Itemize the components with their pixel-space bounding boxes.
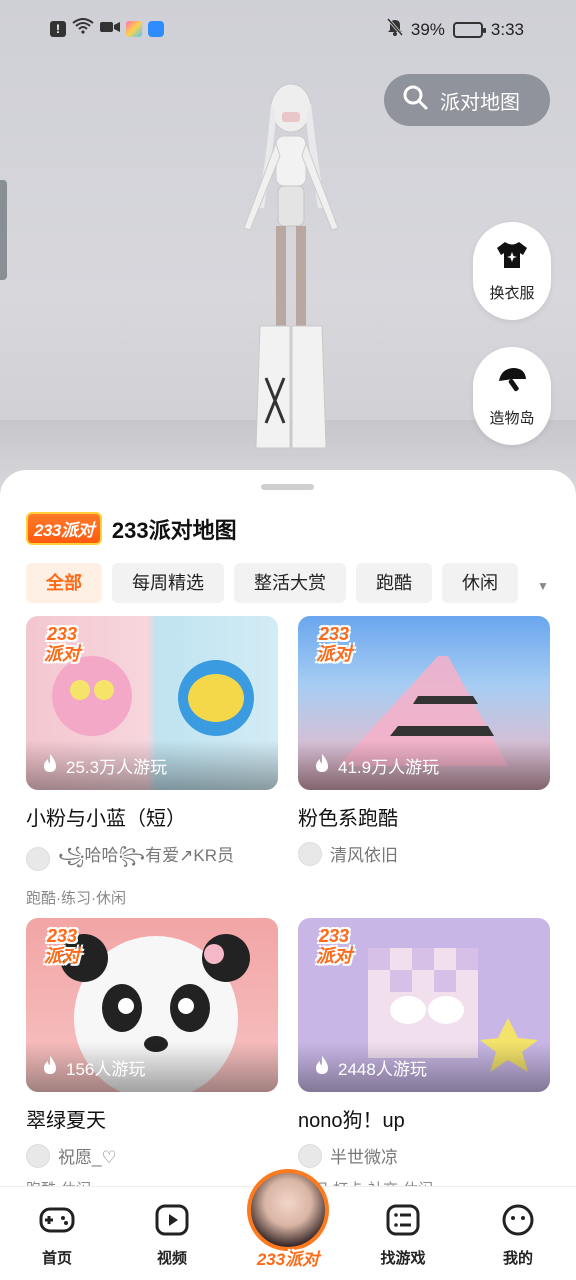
nav-me[interactable]: 我的	[478, 1203, 558, 1268]
game-title: 粉色系跑酷	[298, 808, 398, 830]
nav-party-label: 233派对	[256, 1250, 320, 1269]
game-tags: 跑酷·练习·休闲	[26, 890, 126, 907]
author-name: 清风依旧	[330, 846, 398, 865]
status-bar: ! 39% 3:33	[0, 0, 576, 58]
nav-home-label: 首页	[41, 1250, 72, 1267]
author-name: 半世微凉	[330, 1148, 398, 1167]
author-avatar	[26, 1143, 50, 1168]
play-video-icon	[155, 1204, 189, 1236]
play-count: 41.9万人游玩	[298, 740, 550, 790]
trowel-icon	[495, 365, 529, 399]
author-name: ꧁哈哈꧂有爱↗KR员	[58, 846, 234, 865]
game-card[interactable]: 233派对 156人游玩 翠绿夏天 祝愿_♡ 跑酷·休闲	[26, 918, 278, 1186]
game-tags: 跑酷·休闲	[26, 1178, 278, 1186]
author-row[interactable]: 半世微凉	[298, 1143, 550, 1168]
side-drawer-handle[interactable]	[0, 180, 7, 280]
flame-icon	[314, 753, 330, 778]
search-icon	[402, 84, 428, 116]
sheet-title: 233派对地图	[111, 517, 237, 543]
nav-find-games-label: 找游戏	[380, 1250, 426, 1267]
play-count: 156人游玩	[26, 1042, 278, 1092]
game-card[interactable]: 233派对 25.3万人游玩 小粉与小蓝（短） ꧁哈哈꧂有爱↗KR员 跑酷·练习…	[26, 616, 278, 908]
party-avatar	[247, 1169, 329, 1251]
tab-fun[interactable]: 整活大赏	[234, 563, 346, 603]
dress-up-label: 换衣服	[489, 284, 535, 302]
app-notification-icon	[126, 20, 142, 37]
battery-percent: 39%	[410, 19, 445, 39]
game-title: 翠绿夏天	[26, 1110, 106, 1132]
bottom-nav: 首页 视频 233派对 找游戏 我的	[0, 1169, 576, 1280]
nav-party-center[interactable]: 233派对	[245, 1169, 331, 1277]
author-row[interactable]: 清风依旧	[298, 841, 550, 866]
video-icon	[100, 19, 120, 39]
flame-icon	[42, 753, 58, 778]
game-card[interactable]: 233派对 2448人游玩 nono狗！up 半世微凉 练习·打卡·社交·休闲	[298, 918, 550, 1186]
clock: 3:33	[490, 19, 524, 39]
nav-video-label: 视频	[156, 1250, 187, 1267]
play-count-text: 2448人游玩	[338, 1059, 427, 1079]
wifi-icon	[72, 18, 94, 39]
party-logo-badge: 233派对	[44, 926, 80, 966]
list-icon	[386, 1204, 420, 1236]
party-logo-badge: 233派对	[44, 624, 80, 664]
nav-home[interactable]: 首页	[17, 1203, 97, 1268]
battery-icon	[452, 21, 486, 38]
flame-icon	[314, 1055, 330, 1080]
build-island-label: 造物岛	[489, 409, 535, 427]
play-count: 25.3万人游玩	[26, 740, 278, 790]
nav-me-label: 我的	[502, 1250, 533, 1267]
author-avatar	[298, 1143, 322, 1168]
game-thumbnail[interactable]: 233派对 41.9万人游玩	[298, 616, 550, 790]
party-map-sheet: 233派对 233派对地图 全部 每周精选 整活大赏 跑酷 休闲 ▼ 233派对…	[0, 470, 576, 1186]
party-logo-badge: 233派对	[316, 926, 352, 966]
tshirt-icon	[495, 240, 529, 274]
cloud-icon	[148, 20, 164, 37]
play-count-text: 156人游玩	[66, 1059, 146, 1079]
play-count-text: 41.9万人游玩	[338, 757, 440, 777]
tab-parkour[interactable]: 跑酷	[356, 563, 432, 603]
author-row[interactable]: 祝愿_♡	[26, 1143, 278, 1168]
game-card[interactable]: 233派对 41.9万人游玩 粉色系跑酷 清风依旧	[298, 616, 550, 876]
play-count-text: 25.3万人游玩	[66, 757, 168, 777]
party-logo-badge: 233派对	[26, 512, 102, 545]
avatar-character[interactable]	[226, 78, 356, 458]
game-tags: 练习·打卡·社交·休闲	[298, 1178, 550, 1186]
dress-up-button[interactable]: 换衣服	[473, 222, 551, 320]
game-thumbnail[interactable]: 233派对 156人游玩	[26, 918, 278, 1092]
game-thumbnail[interactable]: 233派对 2448人游玩	[298, 918, 550, 1092]
chevron-down-icon[interactable]: ▼	[532, 575, 554, 597]
avatar-scene[interactable]: ! 39% 3:33 派对地图 换衣服 造物岛	[0, 0, 576, 490]
smiley-face-icon	[502, 1204, 534, 1236]
party-map-label: 派对地图	[440, 91, 520, 114]
gamepad-icon	[39, 1207, 75, 1233]
tab-casual[interactable]: 休闲	[442, 563, 518, 603]
author-name: 祝愿_♡	[58, 1148, 117, 1167]
nav-find-games[interactable]: 找游戏	[363, 1203, 443, 1268]
game-title: 小粉与小蓝（短）	[26, 808, 186, 830]
author-avatar	[298, 841, 322, 866]
category-tabs: 全部 每周精选 整活大赏 跑酷 休闲	[26, 563, 518, 603]
mute-bell-icon	[386, 18, 404, 41]
sheet-drag-handle[interactable]	[261, 484, 314, 490]
play-count: 2448人游玩	[298, 1042, 550, 1092]
tab-all[interactable]: 全部	[26, 563, 102, 603]
sheet-header: 233派对 233派对地图	[26, 512, 237, 545]
flame-icon	[42, 1055, 58, 1080]
tab-weekly-picks[interactable]: 每周精选	[112, 563, 224, 603]
build-island-button[interactable]: 造物岛	[473, 347, 551, 445]
party-map-button[interactable]: 派对地图	[384, 74, 550, 126]
game-title: nono狗！up	[298, 1110, 405, 1132]
author-avatar	[26, 847, 50, 871]
author-row[interactable]: ꧁哈哈꧂有爱↗KR员	[26, 841, 278, 877]
game-thumbnail[interactable]: 233派对 25.3万人游玩	[26, 616, 278, 790]
party-logo-badge: 233派对	[316, 624, 352, 664]
alert-icon: !	[50, 20, 66, 37]
nav-video[interactable]: 视频	[132, 1203, 212, 1268]
